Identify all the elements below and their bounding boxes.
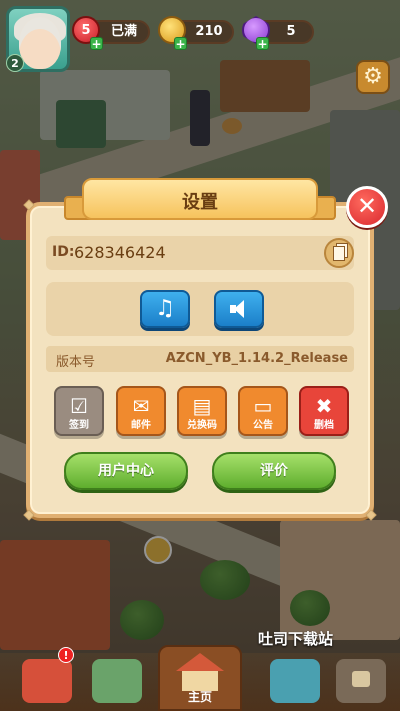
- player-id-row: ID: 628346424: [46, 236, 354, 270]
- version-value: AZCN_YB_1.14.2_Release: [165, 351, 348, 366]
- music-toggle-button[interactable]: ♫: [140, 290, 190, 328]
- shop-alert-badge: !: [58, 647, 74, 663]
- notice-icon: ▭: [253, 394, 273, 418]
- ticket-icon: ▤: [192, 394, 212, 418]
- mail-label: 邮件: [131, 420, 151, 431]
- delete-save-button[interactable]: ✖ 删档: [299, 386, 349, 436]
- dialog-title-banner: 设置: [64, 174, 336, 226]
- locked-nav-button[interactable]: [336, 659, 386, 703]
- checkin-button[interactable]: ☑ 签到: [54, 386, 104, 436]
- sound-toggle-button[interactable]: [214, 290, 264, 328]
- redeem-code-button[interactable]: ▤ 兑换码: [177, 386, 227, 436]
- speaker-icon: [230, 300, 248, 318]
- id-label: ID:: [52, 244, 75, 260]
- hearts-count: 5: [81, 22, 91, 38]
- copy-icon: [333, 245, 345, 261]
- notice-button[interactable]: ▭ 公告: [238, 386, 288, 436]
- mail-icon: ✉: [132, 394, 150, 418]
- delete-save-label: 删档: [314, 420, 334, 431]
- version-row: 版本号 AZCN_YB_1.14.2_Release: [46, 346, 354, 372]
- redeem-code-label: 兑换码: [187, 420, 217, 431]
- notice-label: 公告: [253, 420, 273, 431]
- lock-icon: [352, 671, 370, 687]
- id-value: 628346424: [74, 243, 166, 262]
- mail-button[interactable]: ✉ 邮件: [116, 386, 166, 436]
- rate-button[interactable]: 评价: [212, 452, 336, 490]
- delete-icon: ✖: [315, 394, 333, 418]
- settings-gear-icon[interactable]: ⚙: [356, 60, 390, 94]
- add-coins-button[interactable]: +: [174, 37, 187, 50]
- dialog-title: 设置: [182, 192, 218, 213]
- audio-settings: ♫: [46, 282, 354, 336]
- map-nav-button[interactable]: [92, 659, 142, 703]
- close-button[interactable]: ✕: [346, 186, 388, 228]
- shop-nav-button[interactable]: [22, 659, 72, 703]
- home-label: 主页: [187, 690, 212, 704]
- user-center-button[interactable]: 用户中心: [64, 452, 188, 490]
- watermark-text: 吐司下载站: [258, 630, 334, 648]
- gems-value: 5: [286, 24, 296, 39]
- music-note-icon: ♫: [155, 296, 175, 321]
- checkin-icon: ☑: [70, 394, 88, 418]
- wardrobe-nav-button[interactable]: [270, 659, 320, 703]
- version-label: 版本号: [56, 355, 96, 370]
- home-nav-button[interactable]: 主页: [158, 645, 242, 711]
- checkin-label: 签到: [69, 420, 89, 431]
- add-gems-button[interactable]: +: [256, 37, 269, 50]
- close-icon: ✕: [356, 192, 378, 220]
- player-level-badge: 2: [6, 54, 24, 72]
- add-hearts-button[interactable]: +: [90, 37, 103, 50]
- copy-id-button[interactable]: [324, 238, 354, 268]
